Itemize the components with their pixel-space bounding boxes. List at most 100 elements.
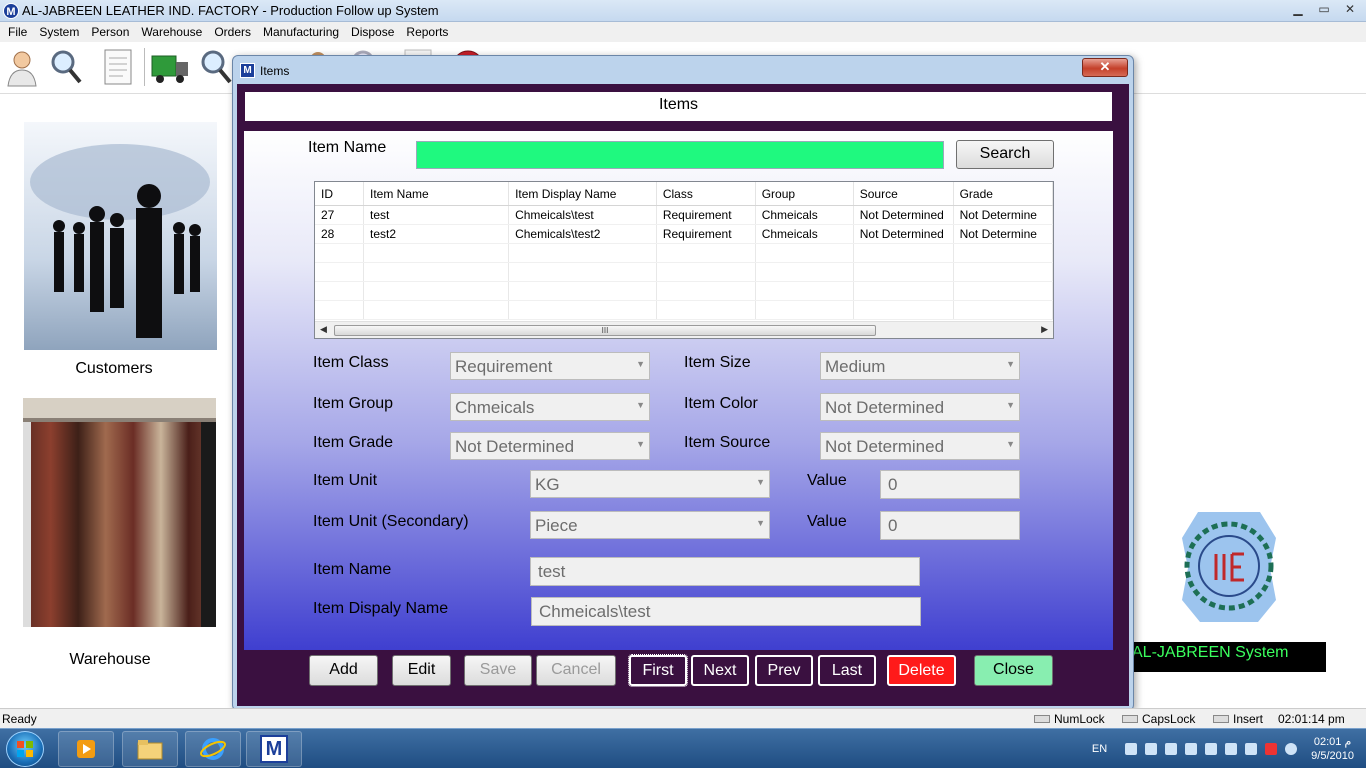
tool-icon[interactable] <box>1165 743 1178 755</box>
warehouse-label[interactable]: Warehouse <box>20 651 200 669</box>
item-size-label: Item Size <box>684 354 751 371</box>
clock[interactable]: 02:01 م 9/5/2010 <box>1311 735 1354 763</box>
capslock-led-icon <box>1122 715 1138 723</box>
item-source-select[interactable]: Not Determined ▼ <box>820 432 1020 460</box>
column-header[interactable]: Grade <box>953 182 1053 206</box>
status-icon[interactable] <box>1285 743 1298 755</box>
status-time: 02:01:14 pm <box>1278 712 1345 726</box>
customers-label[interactable]: Customers <box>24 360 204 378</box>
network-icon[interactable] <box>1125 743 1138 755</box>
scroll-left-icon[interactable]: ◀ <box>320 324 327 335</box>
chevron-down-icon: ▼ <box>636 359 645 369</box>
table-cell: test2 <box>363 224 510 244</box>
item-class-select[interactable]: Requirement ▼ <box>450 352 650 380</box>
truck-icon[interactable] <box>150 46 190 88</box>
table-row[interactable]: 27 test Chmeicals\test Requirement Chmei… <box>315 205 1053 225</box>
scroll-right-icon[interactable]: ▶ <box>1041 324 1048 335</box>
item-grade-select[interactable]: Not Determined ▼ <box>450 432 650 460</box>
edit-button[interactable]: Edit <box>392 655 451 686</box>
menu-dispose[interactable]: Dispose <box>345 22 400 42</box>
status-ready: Ready <box>2 712 37 726</box>
prev-button[interactable]: Prev <box>755 655 813 686</box>
close-button[interactable]: ✕ <box>1338 1 1362 19</box>
column-header[interactable]: Item Name <box>363 182 510 206</box>
app-m-letter: M <box>260 735 288 763</box>
table-row-empty <box>315 300 1053 320</box>
menu-reports[interactable]: Reports <box>400 22 454 42</box>
item-display-name-field[interactable]: Chmeicals\test <box>531 597 921 626</box>
table-cell: Chmeicals <box>755 224 854 244</box>
cancel-button[interactable]: Cancel <box>536 655 616 686</box>
item-class-value: Requirement <box>455 357 553 376</box>
customers-image[interactable] <box>24 122 217 350</box>
item-name-field[interactable]: test <box>530 557 920 586</box>
warehouse-image[interactable] <box>23 398 216 627</box>
column-header[interactable]: Source <box>853 182 954 206</box>
item-unit-secondary-select[interactable]: Piece ▼ <box>530 511 770 539</box>
item-source-label: Item Source <box>684 434 771 451</box>
column-header[interactable]: Item Display Name <box>508 182 657 206</box>
insert-label: Insert <box>1233 712 1264 726</box>
items-grid[interactable]: ID Item Name Item Display Name Class Gro… <box>314 181 1054 339</box>
menu-warehouse[interactable]: Warehouse <box>135 22 208 42</box>
unit-value-field[interactable]: 0 <box>880 470 1020 499</box>
item-unit-label: Item Unit <box>313 472 378 489</box>
device-icon[interactable] <box>1185 743 1198 755</box>
start-button[interactable] <box>6 731 44 767</box>
item-group-select[interactable]: Chmeicals ▼ <box>450 393 650 421</box>
table-cell: 28 <box>315 224 364 244</box>
capslock-indicator: CapsLock <box>1122 712 1195 726</box>
search-input[interactable] <box>416 141 944 169</box>
restore-button[interactable]: ▭ <box>1312 1 1336 19</box>
unit-secondary-value-field[interactable]: 0 <box>880 511 1020 540</box>
app-m-icon[interactable]: M <box>246 731 302 767</box>
media-player-icon[interactable] <box>58 731 114 767</box>
explorer-icon[interactable] <box>122 731 178 767</box>
dialog-titlebar: M Items ✕ <box>233 56 1133 84</box>
capslock-label: CapsLock <box>1142 712 1196 726</box>
value-label: Value <box>807 472 847 489</box>
monitor-icon[interactable] <box>1145 743 1158 755</box>
column-header[interactable]: ID <box>315 182 364 206</box>
horizontal-scrollbar[interactable]: ◀ III ▶ <box>315 321 1053 338</box>
close-dialog-button[interactable]: Close <box>974 655 1053 686</box>
column-header[interactable]: Group <box>755 182 854 206</box>
action-center-icon[interactable] <box>1205 743 1218 755</box>
item-size-select[interactable]: Medium ▼ <box>820 352 1020 380</box>
table-cell: Requirement <box>656 205 756 225</box>
last-button[interactable]: Last <box>818 655 876 686</box>
item-unit-select[interactable]: KG ▼ <box>530 470 770 498</box>
table-row-empty <box>315 262 1053 282</box>
column-header[interactable]: Class <box>656 182 756 206</box>
next-button[interactable]: Next <box>691 655 749 686</box>
search-icon[interactable] <box>196 46 236 88</box>
search-icon[interactable] <box>46 46 86 88</box>
internet-explorer-icon[interactable] <box>185 731 241 767</box>
alert-icon[interactable] <box>1265 743 1278 755</box>
add-button[interactable]: Add <box>309 655 378 686</box>
document-icon[interactable] <box>98 46 138 88</box>
first-button[interactable]: First <box>628 654 688 687</box>
item-color-select[interactable]: Not Determined ▼ <box>820 393 1020 421</box>
menu-manufacturing[interactable]: Manufacturing <box>257 22 345 42</box>
dialog-body: Items Item Name Search ID Item Name Item… <box>237 84 1129 706</box>
table-row[interactable]: 28 test2 Chemicals\test2 Requirement Chm… <box>315 224 1053 244</box>
chevron-down-icon: ▼ <box>1006 359 1015 369</box>
delete-button[interactable]: Delete <box>887 655 956 686</box>
menu-system[interactable]: System <box>33 22 85 42</box>
language-indicator[interactable]: EN <box>1092 743 1107 755</box>
menu-orders[interactable]: Orders <box>208 22 257 42</box>
item-size-value: Medium <box>825 357 886 376</box>
person-icon[interactable] <box>2 46 42 88</box>
table-cell: Not Determine <box>953 205 1053 225</box>
volume-icon[interactable] <box>1245 743 1258 755</box>
signal-icon[interactable] <box>1225 743 1238 755</box>
minimize-button[interactable]: ▁ <box>1286 1 1310 19</box>
menu-file[interactable]: File <box>2 22 33 42</box>
search-button[interactable]: Search <box>956 140 1054 169</box>
table-row-empty <box>315 281 1053 301</box>
dialog-close-button[interactable]: ✕ <box>1082 58 1128 77</box>
save-button[interactable]: Save <box>464 655 532 686</box>
scroll-thumb[interactable]: III <box>334 325 876 336</box>
menu-person[interactable]: Person <box>85 22 135 42</box>
